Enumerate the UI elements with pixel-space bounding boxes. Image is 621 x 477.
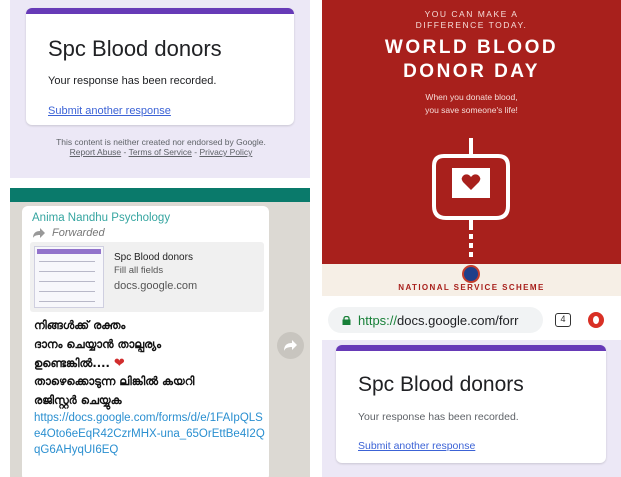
footer-separator: - bbox=[121, 147, 129, 157]
tab-switcher-button[interactable]: 4 bbox=[555, 313, 571, 327]
privacy-policy-link[interactable]: Privacy Policy bbox=[199, 147, 252, 157]
heart-emoji-icon: ❤ bbox=[113, 356, 125, 371]
form-confirmation-card: Spc Blood donors Your response has been … bbox=[336, 345, 606, 463]
response-recorded-text: Your response has been recorded. bbox=[48, 75, 217, 87]
form-title: Spc Blood donors bbox=[48, 36, 222, 61]
blood-bag-icon bbox=[432, 138, 510, 257]
forwarded-label: Forwarded bbox=[52, 227, 105, 239]
browser-menu-icon[interactable] bbox=[588, 312, 604, 328]
report-abuse-link[interactable]: Report Abuse bbox=[70, 147, 122, 157]
whatsapp-chat-panel: Anima Nandhu Psychology Forwarded Spc Bl… bbox=[10, 188, 310, 477]
link-preview-description: Fill all fields bbox=[114, 265, 164, 276]
sender-name[interactable]: Anima Nandhu Psychology bbox=[32, 212, 170, 224]
link-preview-domain: docs.google.com bbox=[114, 280, 198, 292]
form-confirmation-panel-top: Spc Blood donors Your response has been … bbox=[10, 0, 310, 178]
url-host: docs.google.com/forr bbox=[397, 313, 519, 328]
poster-tagline-line: DIFFERENCE TODAY. bbox=[415, 20, 528, 30]
message-line: താഴെക്കൊടുന്ന ലിങ്കിൽ കയറി bbox=[34, 374, 195, 388]
address-bar-url[interactable]: https://docs.google.com/forr bbox=[358, 313, 536, 328]
nss-emblem-icon bbox=[462, 265, 480, 283]
poster-headline: WORLD BLOOD bbox=[384, 37, 559, 58]
message-line-text: ഉണ്ടെങ്കിൽ.... bbox=[34, 356, 110, 370]
forward-share-button[interactable] bbox=[277, 332, 304, 359]
link-preview-title: Spc Blood donors bbox=[114, 252, 193, 263]
poster-tagline: YOU CAN MAKE A DIFFERENCE TODAY. bbox=[322, 9, 621, 30]
form-url-link[interactable]: https://docs.google.com/forms/d/e/1FAIpQ… bbox=[34, 410, 266, 458]
poster-subtext: When you donate blood, bbox=[425, 92, 518, 102]
submit-another-response-link[interactable]: Submit another response bbox=[358, 440, 475, 452]
lock-icon bbox=[342, 316, 351, 325]
message-line: രജിസ്റ്റർ ചെയ്യുക bbox=[34, 393, 122, 407]
chat-message-bubble[interactable]: Anima Nandhu Psychology Forwarded Spc Bl… bbox=[22, 206, 269, 477]
forward-icon bbox=[284, 340, 297, 351]
message-line: ദാനം ചെയ്യാൻ താല്പര്യം bbox=[34, 337, 162, 351]
form-footer: This content is neither created nor endo… bbox=[46, 137, 276, 157]
url-protocol: https:// bbox=[358, 313, 398, 328]
submit-another-response-link[interactable]: Submit another response bbox=[48, 105, 171, 117]
poster-subtext: you save someone's life! bbox=[425, 105, 518, 115]
link-preview-card[interactable]: Spc Blood donors Fill all fields docs.go… bbox=[30, 242, 264, 312]
forwarded-arrow-icon bbox=[33, 228, 45, 238]
blood-donor-day-poster: YOU CAN MAKE A DIFFERENCE TODAY. WORLD B… bbox=[322, 0, 621, 296]
form-title: Spc Blood donors bbox=[358, 373, 524, 396]
message-line: ഉണ്ടെങ്കിൽ.... ❤ bbox=[34, 356, 125, 371]
screenshot-collage: Spc Blood donors Your response has been … bbox=[0, 0, 621, 477]
chat-header-bar bbox=[10, 188, 310, 202]
response-recorded-text: Your response has been recorded. bbox=[358, 411, 519, 423]
poster-headline: DONOR DAY bbox=[403, 61, 540, 82]
mobile-browser-panel: https://docs.google.com/forr 4 Spc Blood… bbox=[322, 296, 621, 477]
poster-tagline-line: YOU CAN MAKE A bbox=[424, 9, 519, 19]
terms-of-service-link[interactable]: Terms of Service bbox=[129, 147, 192, 157]
organization-name: NATIONAL SERVICE SCHEME bbox=[398, 283, 545, 292]
message-line: നിങ്ങൾക്ക് രക്തം bbox=[34, 318, 126, 332]
link-preview-thumbnail bbox=[34, 246, 104, 308]
form-confirmation-card: Spc Blood donors Your response has been … bbox=[26, 8, 294, 125]
footer-disclaimer: This content is neither created nor endo… bbox=[56, 137, 266, 147]
